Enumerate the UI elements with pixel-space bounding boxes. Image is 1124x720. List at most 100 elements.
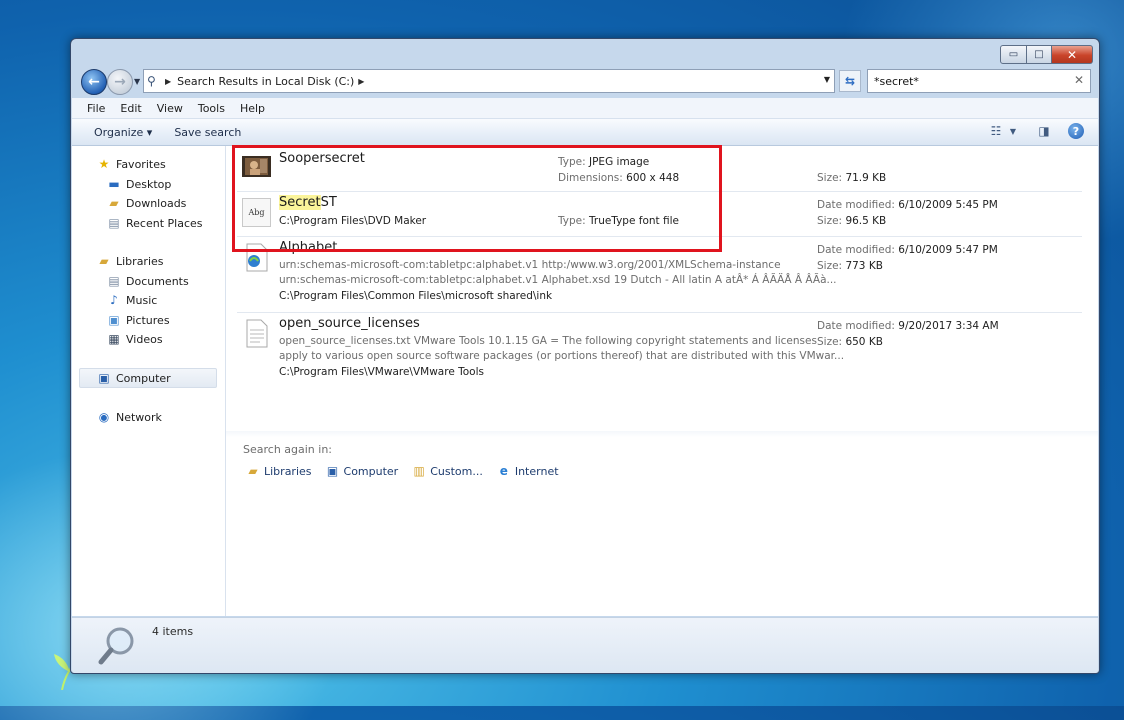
forward-arrow-icon: → (114, 74, 126, 90)
result-content-line-2: apply to various open source software pa… (279, 350, 845, 362)
downloads-folder-icon: ▰ (109, 196, 119, 210)
videos-icon: ▦ (108, 332, 120, 346)
breadcrumb-chevron-icon-2[interactable]: ▶ (358, 77, 364, 86)
result-size: Size: 71.9 KB (817, 172, 887, 184)
nav-documents[interactable]: ▤ Documents (106, 274, 189, 288)
custom-folder-icon: ▥ (413, 464, 425, 478)
nav-network[interactable]: ◉ Network (96, 410, 162, 424)
libraries-icon: ▰ (99, 254, 109, 268)
nav-videos[interactable]: ▦ Videos (106, 332, 163, 346)
result-date-modified: Date modified: 6/10/2009 5:47 PM (817, 244, 998, 256)
nav-computer-label: Computer (116, 371, 171, 385)
save-search-button[interactable]: Save search (174, 126, 241, 139)
change-view-icon[interactable]: ☷ (988, 124, 1004, 138)
nav-favorites[interactable]: ★ Favorites (96, 157, 166, 171)
result-size: Size: 96.5 KB (817, 215, 887, 227)
result-content-line-1: urn:schemas-microsoft-com:tabletpc:alpha… (279, 259, 781, 271)
music-icon: ♪ (110, 293, 118, 307)
result-path: C:\Program Files\VMware\VMware Tools (279, 366, 484, 378)
pictures-icon: ▣ (108, 313, 120, 327)
nav-pictures-label: Pictures (126, 313, 170, 327)
highlight-annotation-box (232, 145, 722, 252)
maximize-button[interactable]: □ (1027, 45, 1052, 64)
view-options-dropdown-icon[interactable]: ▼ (1008, 124, 1018, 138)
nav-desktop-label: Desktop (126, 177, 172, 191)
search-box[interactable]: ✕ (867, 69, 1091, 93)
menu-help[interactable]: Help (240, 102, 265, 115)
nav-desktop[interactable]: ▬ Desktop (106, 177, 171, 191)
clear-search-icon[interactable]: ✕ (1074, 73, 1084, 87)
nav-downloads-label: Downloads (126, 196, 187, 210)
computer-icon: ▣ (98, 371, 110, 385)
result-content-line-1: open_source_licenses.txt VMware Tools 10… (279, 335, 817, 347)
preview-pane-icon[interactable]: ◨ (1036, 124, 1052, 138)
refresh-icon: ⇆ (844, 74, 856, 88)
details-pane: 4 items (72, 617, 1098, 673)
explorer-window: ▭ □ ✕ ← → ▼ ⚲ ▶ Search Results in Local … (70, 38, 1100, 674)
search-again-internet[interactable]: e Internet (496, 464, 559, 478)
nav-downloads[interactable]: ▰ Downloads (106, 196, 186, 210)
breadcrumb-chevron-icon[interactable]: ▶ (165, 77, 171, 86)
computer-icon: ▣ (326, 464, 339, 478)
window-controls: ▭ □ ✕ (1000, 45, 1093, 64)
search-results-icon: ⚲ (147, 74, 156, 88)
close-button[interactable]: ✕ (1052, 45, 1093, 64)
nav-network-label: Network (116, 410, 162, 424)
search-again-options: ▰ Libraries ▣ Computer ▥ Custom... e Int… (245, 464, 572, 478)
search-again-label: Search again in: (243, 443, 333, 456)
nav-videos-label: Videos (126, 332, 163, 346)
nav-recent-places[interactable]: ▤ Recent Places (106, 216, 203, 230)
documents-icon: ▤ (108, 274, 120, 288)
recent-pages-dropdown[interactable]: ▼ (134, 77, 140, 86)
result-path: C:\Program Files\Common Files\microsoft … (279, 290, 553, 302)
minimize-button[interactable]: ▭ (1000, 45, 1027, 64)
search-magnifier-icon (98, 627, 134, 665)
internet-explorer-icon: e (499, 464, 508, 478)
result-size: Size: 650 KB (817, 336, 883, 348)
back-arrow-icon: ← (88, 74, 100, 90)
recent-places-icon: ▤ (108, 216, 120, 230)
back-button[interactable]: ← (81, 69, 107, 95)
organize-button[interactable]: Organize ▾ (94, 126, 152, 139)
nav-computer[interactable]: ▣ Computer (79, 368, 217, 388)
result-date-modified: Date modified: 6/10/2009 5:45 PM (817, 199, 998, 211)
nav-pictures[interactable]: ▣ Pictures (106, 313, 170, 327)
refresh-button[interactable]: ⇆ (839, 70, 861, 92)
list-item[interactable]: open_source_licenses open_source_license… (237, 313, 1082, 388)
menu-bar: File Edit View Tools Help (72, 98, 1098, 119)
nav-music-label: Music (126, 293, 158, 307)
item-count: 4 items (152, 625, 194, 638)
menu-edit[interactable]: Edit (120, 102, 141, 115)
address-history-dropdown[interactable]: ▼ (824, 75, 830, 84)
nav-music[interactable]: ♪ Music (106, 293, 157, 307)
navigation-pane: ★ Favorites ▬ Desktop ▰ Downloads ▤ Rece… (72, 146, 226, 616)
search-input[interactable] (872, 73, 1066, 89)
help-icon[interactable]: ? (1068, 123, 1084, 139)
nav-documents-label: Documents (126, 274, 189, 288)
desktop-icon: ▬ (108, 177, 120, 191)
menu-tools[interactable]: Tools (198, 102, 225, 115)
star-icon: ★ (98, 157, 110, 171)
nav-recent-places-label: Recent Places (126, 216, 203, 230)
forward-button[interactable]: → (107, 69, 133, 95)
result-size: Size: 773 KB (817, 260, 883, 272)
libraries-icon: ▰ (248, 464, 258, 478)
text-file-icon (246, 319, 268, 348)
address-bar[interactable]: ⚲ ▶ Search Results in Local Disk (C:) ▶ … (143, 69, 835, 93)
menu-file[interactable]: File (87, 102, 105, 115)
title-bar[interactable]: ▭ □ ✕ (71, 39, 1099, 65)
result-date-modified: Date modified: 9/20/2017 3:34 AM (817, 320, 999, 332)
search-again-computer[interactable]: ▣ Computer (325, 464, 398, 478)
network-icon: ◉ (98, 410, 110, 424)
result-content-line-2: urn:schemas-microsoft-com:tabletpc:alpha… (279, 274, 837, 286)
search-again-custom[interactable]: ▥ Custom... (411, 464, 483, 478)
view-controls: ☷ ▼ ◨ ? (980, 123, 1084, 139)
nav-favorites-label: Favorites (116, 157, 166, 171)
result-name[interactable]: open_source_licenses (279, 316, 420, 331)
breadcrumb[interactable]: Search Results in Local Disk (C:) (177, 75, 354, 88)
menu-view[interactable]: View (157, 102, 183, 115)
nav-libraries-label: Libraries (116, 254, 164, 268)
search-again-libraries[interactable]: ▰ Libraries (245, 464, 311, 478)
results-divider (226, 431, 1098, 437)
nav-libraries[interactable]: ▰ Libraries (96, 254, 164, 268)
